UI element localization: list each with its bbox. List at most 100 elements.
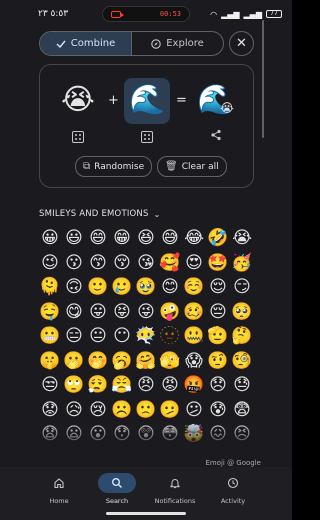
emoji-cell[interactable]: 🫢 xyxy=(62,349,86,374)
emoji-cell[interactable]: 😅 xyxy=(158,226,182,251)
emoji-cell[interactable]: 😘 xyxy=(134,251,158,276)
emoji-cell[interactable]: 🤐 xyxy=(182,324,206,349)
emoji-cell[interactable]: 😬 xyxy=(38,324,62,349)
emoji-cell[interactable]: 😱 xyxy=(182,349,206,374)
emoji-cell[interactable]: 😮‍💨 xyxy=(86,373,110,398)
status-time: ٥:٥٣ ٢٣ xyxy=(38,9,69,19)
equals-sign: = xyxy=(176,93,187,108)
emoji-cell[interactable]: 🥲 xyxy=(110,275,134,300)
emoji-cell[interactable]: 😶‍🌫️ xyxy=(134,324,158,349)
emoji-cell[interactable]: 😋 xyxy=(62,300,86,325)
emoji-cell[interactable]: 😤 xyxy=(110,373,134,398)
emoji-cell[interactable]: 🥱 xyxy=(110,349,134,374)
emoji-cell[interactable]: 😏 xyxy=(230,275,254,300)
emoji-cell[interactable]: 🤫 xyxy=(38,349,62,374)
emoji-cell[interactable]: 😡 xyxy=(158,373,182,398)
scrollbar[interactable] xyxy=(262,20,264,138)
emoji-cell[interactable]: 😭 xyxy=(230,226,254,251)
chevron-down-icon: ⌄ xyxy=(153,209,161,219)
emoji-cell[interactable]: 😓 xyxy=(230,373,254,398)
emoji-cell[interactable]: 😟 xyxy=(38,398,62,423)
emoji-cell[interactable]: 🫡 xyxy=(206,324,230,349)
emoji-cell[interactable]: 🤩 xyxy=(206,251,230,276)
randomise-button[interactable]: ⧉ Randomise xyxy=(75,156,153,177)
randomise-label: Randomise xyxy=(94,161,145,172)
emoji-cell[interactable]: 😊 xyxy=(158,275,182,300)
emoji-cell[interactable]: 😰 xyxy=(206,398,230,423)
nav-search-label: Search xyxy=(105,497,129,505)
emoji-cell[interactable]: 🤗 xyxy=(134,349,158,374)
emoji-cell[interactable]: 😨 xyxy=(230,398,254,423)
check-icon xyxy=(56,40,66,48)
dice-icon[interactable] xyxy=(141,131,153,143)
share-icon[interactable] xyxy=(208,129,224,145)
dice-icon[interactable] xyxy=(72,131,84,143)
emoji-cell[interactable]: 😶 xyxy=(110,324,134,349)
emoji-cell[interactable]: 🫤 xyxy=(158,398,182,423)
emoji-cell[interactable]: 🤤 xyxy=(38,300,62,325)
emoji-cell[interactable]: 😐 xyxy=(86,324,110,349)
emoji-cell[interactable]: ☺️ xyxy=(182,275,206,300)
emoji-cell[interactable]: 🧐 xyxy=(230,349,254,374)
emoji-cell[interactable]: 🫥 xyxy=(158,324,182,349)
emoji-cell[interactable]: 😗 xyxy=(62,251,86,276)
clear-all-label: Clear all xyxy=(181,161,219,172)
nav-home[interactable]: Home xyxy=(32,473,87,520)
clear-all-button[interactable]: 🗑 Clear all xyxy=(157,156,227,177)
emoji-cell[interactable]: 😕 xyxy=(182,398,206,423)
app-screen: ٥:٥٣ ٢٣ ◠ ▂▄▆ ▂▄▆ 77 00:53 Combine Explo… xyxy=(0,0,292,520)
emoji-cell[interactable]: 🙄 xyxy=(62,373,86,398)
emoji-cell[interactable]: 🙁 xyxy=(134,398,158,423)
emoji-cell[interactable]: 😀 xyxy=(38,226,62,251)
emoji-cell[interactable]: 😔 xyxy=(206,300,230,325)
emoji-cell[interactable]: 🥹 xyxy=(134,275,158,300)
left-emoji-slot[interactable]: 😭 xyxy=(58,83,98,115)
emoji-cell[interactable]: 🫠 xyxy=(38,275,62,300)
emoji-grid: 😀 😃 😄 😁 😆 😅 😂 🤣 😭 😉 😗 😙 😚 😘 🥰 😍 🤩 🥳 🫠 🙃 🙂 🥲 🥹 😊 ☺️ 😌 😏 🤤 😋 😛 😝 😜 🤪 🥴 😔 🥺 😬 😑 😐… xyxy=(38,226,254,448)
emoji-cell[interactable]: 😑 xyxy=(62,324,86,349)
emoji-cell[interactable]: 🥺 xyxy=(230,300,254,325)
emoji-cell[interactable]: 😌 xyxy=(206,275,230,300)
emoji-cell[interactable]: 🙃 xyxy=(62,275,86,300)
nav-notifications-label: Notifications xyxy=(154,497,196,505)
wifi-icon: ◠ xyxy=(210,9,218,19)
emoji-cell[interactable]: 🤪 xyxy=(158,300,182,325)
emoji-cell[interactable]: 🙂 xyxy=(86,275,110,300)
emoji-credit: Emoji @ Google xyxy=(205,459,261,467)
explore-label: Explore xyxy=(166,38,204,49)
emoji-cell[interactable]: 🤣 xyxy=(206,226,230,251)
emoji-cell[interactable]: 😥 xyxy=(62,398,86,423)
right-emoji-slot[interactable]: 🌊 xyxy=(127,83,167,115)
emoji-cell[interactable]: 😂 xyxy=(182,226,206,251)
emoji-cell[interactable]: 🤭 xyxy=(86,349,110,374)
emoji-cell[interactable]: 😛 xyxy=(86,300,110,325)
emoji-cell[interactable]: 😙 xyxy=(86,251,110,276)
emoji-cell[interactable]: 😆 xyxy=(134,226,158,251)
combine-tab[interactable]: Combine xyxy=(40,32,132,55)
emoji-cell[interactable]: 🥰 xyxy=(158,251,182,276)
compass-icon xyxy=(151,38,161,49)
category-selector[interactable]: SMILEYS AND EMOTIONS ⌄ xyxy=(39,209,161,219)
explore-tab[interactable]: Explore xyxy=(132,32,223,55)
emoji-cell[interactable]: 😃 xyxy=(62,226,86,251)
emoji-cell[interactable]: 😉 xyxy=(38,251,62,276)
emoji-cell[interactable]: 🤨 xyxy=(206,349,230,374)
emoji-cell[interactable]: 😞 xyxy=(206,373,230,398)
emoji-cell[interactable]: 😄 xyxy=(86,226,110,251)
emoji-cell[interactable]: 🤔 xyxy=(230,324,254,349)
emoji-cell[interactable]: 😢 xyxy=(86,398,110,423)
emoji-cell[interactable]: 😁 xyxy=(110,226,134,251)
emoji-cell[interactable]: 😜 xyxy=(134,300,158,325)
emoji-cell[interactable]: 🥳 xyxy=(230,251,254,276)
emoji-cell[interactable]: ☹️ xyxy=(110,398,134,423)
emoji-cell[interactable]: 😚 xyxy=(110,251,134,276)
emoji-cell[interactable]: 🫣 xyxy=(158,349,182,374)
emoji-cell[interactable]: 🤬 xyxy=(182,373,206,398)
emoji-cell[interactable]: 🥴 xyxy=(182,300,206,325)
emoji-cell[interactable]: 😍 xyxy=(182,251,206,276)
emoji-cell[interactable]: 😠 xyxy=(134,373,158,398)
nav-activity[interactable]: Activity xyxy=(206,473,261,520)
emoji-cell[interactable]: 😝 xyxy=(110,300,134,325)
close-button[interactable]: ✕ xyxy=(229,31,254,56)
emoji-cell[interactable]: 😒 xyxy=(38,373,62,398)
